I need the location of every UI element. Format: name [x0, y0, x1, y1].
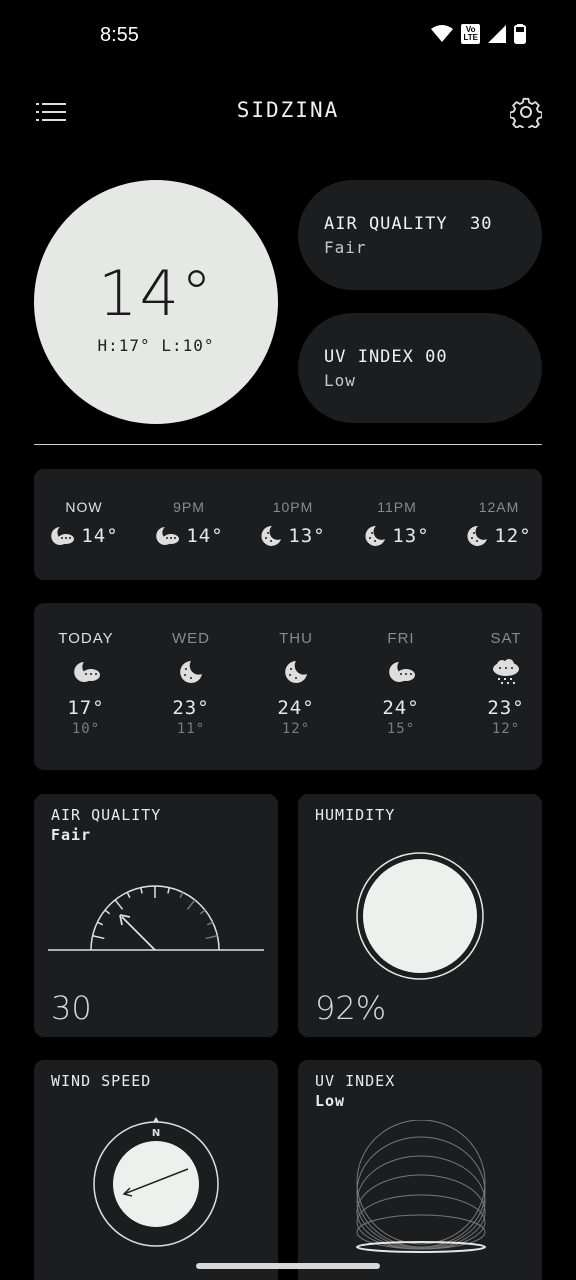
air-quality-tile-sub: Fair — [51, 826, 92, 844]
gauge-tick — [104, 909, 111, 915]
day-label: FRI — [387, 630, 415, 647]
air-quality-pill-sub: Fair — [324, 238, 367, 257]
hourly-forecast[interactable]: NOW 14° 9PM 14° 10PM 13° 11PM 13° 12AM 1… — [34, 469, 542, 580]
uv-pill-sub: Low — [324, 371, 356, 390]
hour-temp: 14° — [186, 525, 224, 547]
daily-item: THU 24° 12° — [246, 630, 346, 737]
moon-cloud-icon — [74, 662, 100, 682]
moon-icon — [261, 525, 282, 546]
gauge-tick — [205, 935, 218, 940]
day-label: SAT — [490, 630, 522, 647]
moon-icon — [180, 661, 202, 683]
wind-speed-title: WIND SPEED — [51, 1072, 152, 1090]
day-low: 15° — [386, 721, 416, 737]
rain-cloud-icon — [493, 659, 519, 684]
uv-index-pill[interactable]: UV INDEX 00 Low — [298, 313, 542, 423]
current-temp: 14° — [98, 257, 214, 330]
gauge-tick — [186, 899, 196, 910]
humidity-gauge — [356, 852, 484, 980]
day-high: 24° — [382, 697, 420, 719]
moon-icon — [467, 525, 488, 546]
day-low: 12° — [491, 721, 521, 737]
home-indicator[interactable] — [196, 1263, 380, 1269]
uv-index-tile[interactable]: UV INDEX Low 00 — [298, 1060, 542, 1280]
daily-forecast[interactable]: TODAY 17° 10° WED 23° 11° THU 24° 12° FR… — [34, 603, 542, 770]
day-label: THU — [279, 630, 313, 647]
day-high: 23° — [172, 697, 210, 719]
air-quality-value: 30 — [51, 989, 92, 1027]
moon-cloud-icon — [51, 527, 75, 545]
gauge-tick — [167, 887, 170, 894]
gauge-tick — [126, 892, 131, 899]
moon-icon — [285, 661, 307, 683]
daily-item: SAT 23° 12° — [456, 630, 556, 737]
gauge-tick — [92, 935, 105, 940]
air-quality-pill[interactable]: AIR QUALITY 30 Fair — [298, 180, 542, 290]
high-low-temp: H:17° L:10° — [97, 336, 215, 355]
day-low: 11° — [176, 721, 206, 737]
moon-cloud-icon — [156, 527, 180, 545]
gauge-tick — [199, 909, 206, 915]
air-quality-gauge — [48, 885, 264, 951]
location-title: SIDZINA — [236, 98, 340, 122]
hourly-item: 12AM 12° — [449, 499, 549, 547]
hour-temp: 13° — [392, 525, 430, 547]
compass-north-label: N — [152, 1128, 160, 1139]
daily-item: FRI 24° 15° — [351, 630, 451, 737]
hour-label: 11PM — [377, 499, 417, 515]
gauge-tick — [97, 921, 104, 926]
daily-item: WED 23° 11° — [141, 630, 241, 737]
uv-index-graphic — [356, 1120, 486, 1253]
hour-label: 12AM — [478, 499, 520, 515]
moon-cloud-icon — [389, 662, 415, 682]
uv-pill-title: UV INDEX 00 — [324, 347, 448, 367]
gauge-tick — [206, 921, 213, 926]
day-label: WED — [172, 630, 210, 647]
gear-icon[interactable] — [510, 96, 542, 128]
hourly-item: 9PM 14° — [139, 499, 239, 547]
hour-temp: 12° — [494, 525, 532, 547]
humidity-title: HUMIDITY — [315, 806, 396, 824]
humidity-value: 92% — [315, 989, 387, 1027]
day-high: 17° — [67, 697, 105, 719]
day-high: 24° — [277, 697, 315, 719]
humidity-tile[interactable]: HUMIDITY 92% — [298, 794, 542, 1037]
gauge-tick — [140, 887, 143, 894]
volte-icon: Vo LTE — [461, 24, 480, 44]
status-icons: Vo LTE — [431, 24, 526, 44]
status-time: 8:55 — [100, 24, 139, 46]
daily-item: TODAY 17° 10° — [36, 630, 136, 737]
wind-speed-tile[interactable]: WIND SPEED N 11 — [34, 1060, 278, 1280]
signal-icon — [488, 25, 506, 43]
hourly-item: 11PM 13° — [347, 499, 447, 547]
gauge-tick — [179, 892, 184, 899]
day-low: 12° — [281, 721, 311, 737]
uv-sub: Low — [315, 1092, 346, 1110]
moon-icon — [365, 525, 386, 546]
hourly-item: 10PM 13° — [243, 499, 343, 547]
air-quality-pill-title: AIR QUALITY 30 — [324, 214, 493, 234]
day-label: TODAY — [58, 630, 114, 647]
day-high: 23° — [487, 697, 525, 719]
gauge-tick — [114, 899, 124, 910]
hour-label: NOW — [65, 499, 103, 515]
wifi-icon — [431, 25, 454, 42]
current-temp-circle[interactable]: 14° H:17° L:10° — [34, 180, 278, 424]
battery-icon — [514, 24, 526, 44]
uv-title: UV INDEX — [315, 1072, 396, 1090]
hour-label: 10PM — [272, 499, 314, 515]
air-quality-tile[interactable]: AIR QUALITY Fair 30 — [34, 794, 278, 1037]
hour-temp: 14° — [81, 525, 119, 547]
day-low: 10° — [71, 721, 101, 737]
divider — [34, 444, 542, 445]
hour-label: 9PM — [173, 499, 205, 515]
hour-temp: 13° — [288, 525, 326, 547]
hourly-item: NOW 14° — [34, 499, 134, 547]
air-quality-tile-title: AIR QUALITY — [51, 806, 162, 824]
wind-compass: N — [93, 1117, 219, 1247]
